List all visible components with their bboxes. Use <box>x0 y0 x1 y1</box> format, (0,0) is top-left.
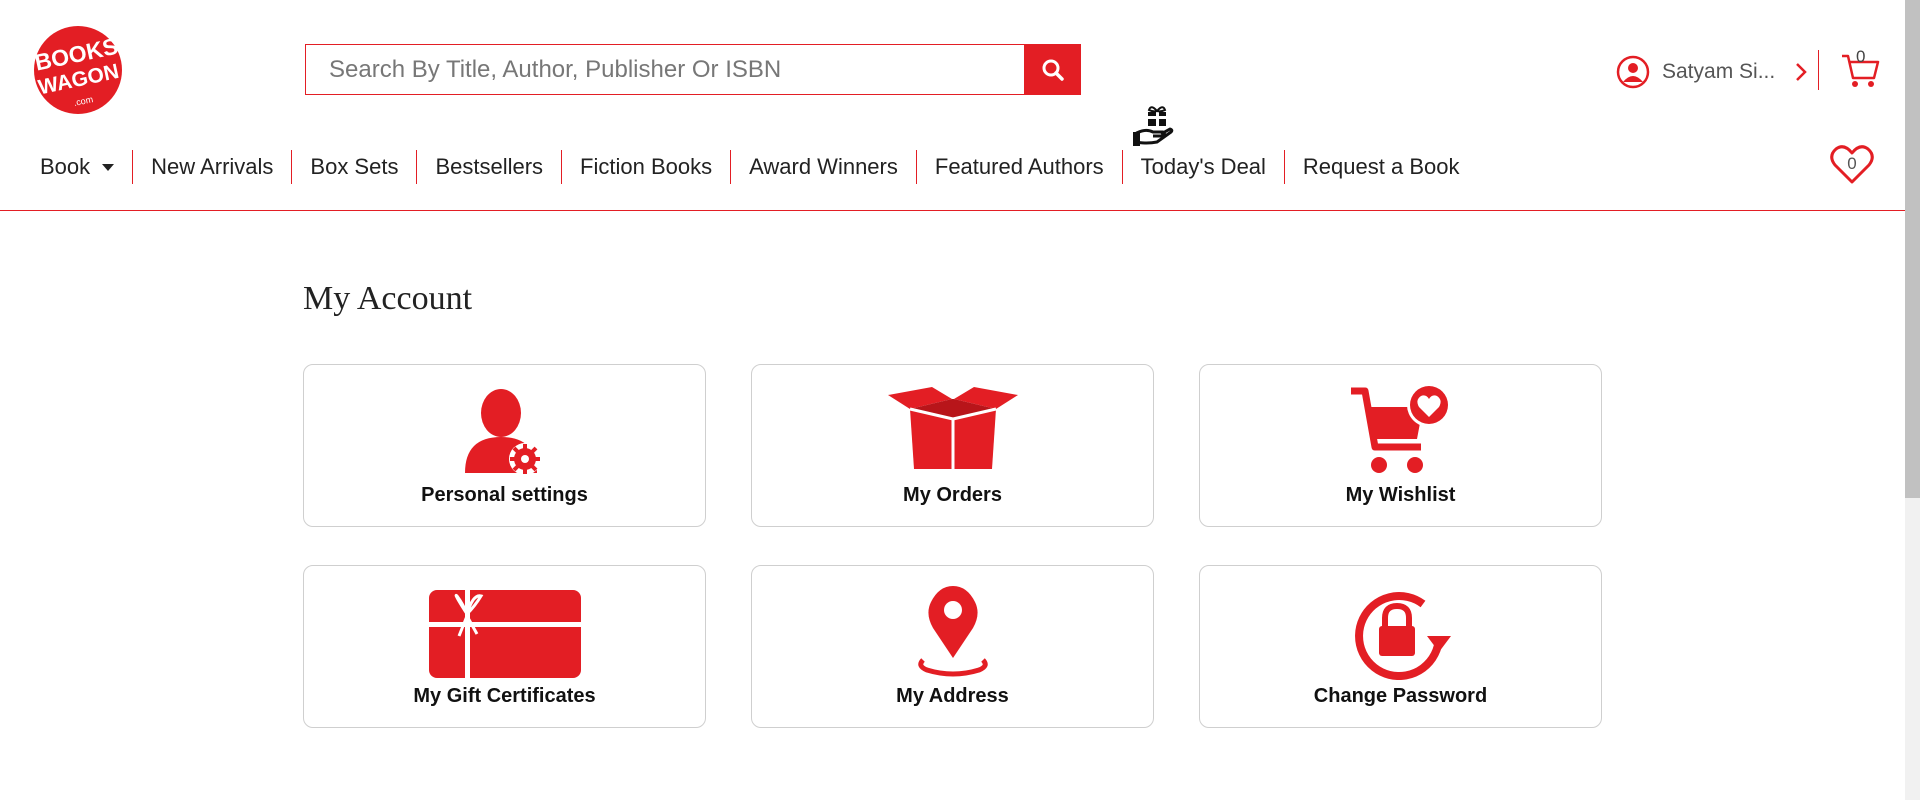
site-header: BOOKS WAGON .com Satyam Si... <box>0 0 1905 211</box>
search-button[interactable] <box>1024 44 1081 95</box>
search-icon <box>1042 59 1064 81</box>
tile-label: My Wishlist <box>1345 484 1456 506</box>
wishlist-header-button[interactable]: 0 <box>1830 144 1874 186</box>
header-divider <box>1818 50 1819 90</box>
tile-personal-settings[interactable]: Personal settings <box>303 364 706 527</box>
tile-my-gift-certificates[interactable]: My Gift Certificates <box>303 565 706 728</box>
cart-count: 0 <box>1856 47 1866 66</box>
tile-label: My Gift Certificates <box>413 685 596 707</box>
nav-book[interactable]: Book <box>22 150 132 184</box>
tile-label: Change Password <box>1313 685 1488 707</box>
gift-card-icon <box>428 590 581 678</box>
search-bar <box>305 44 1081 95</box>
nav-fiction-books[interactable]: Fiction Books <box>561 150 730 184</box>
tile-my-orders[interactable]: My Orders <box>751 364 1154 527</box>
tile-my-wishlist[interactable]: My Wishlist <box>1199 364 1602 527</box>
caret-down-icon <box>102 163 115 171</box>
wishlist-count: 0 <box>1847 154 1857 173</box>
user-settings-icon <box>464 389 541 475</box>
cart-button[interactable]: 0 <box>1840 47 1880 88</box>
tile-change-password[interactable]: Change Password <box>1199 565 1602 728</box>
main-nav: Book New Arrivals Box Sets Bestsellers F… <box>22 150 1477 184</box>
chevron-right-icon <box>1796 63 1807 81</box>
nav-award-winners[interactable]: Award Winners <box>730 150 916 184</box>
map-pin-icon <box>917 586 988 677</box>
account-name: Satyam Si... <box>1662 60 1776 83</box>
nav-book-label: Book <box>40 154 91 179</box>
open-box-icon <box>887 387 1018 469</box>
user-circle-icon <box>1616 55 1650 89</box>
tile-my-address[interactable]: My Address <box>751 565 1154 728</box>
lock-refresh-icon <box>1354 592 1451 680</box>
tile-label: Personal settings <box>421 484 588 506</box>
nav-request-a-book[interactable]: Request a Book <box>1283 150 1478 184</box>
tile-label: My Orders <box>903 484 1002 506</box>
nav-new-arrivals[interactable]: New Arrivals <box>132 150 291 184</box>
nav-todays-deal[interactable]: Today's Deal <box>1121 150 1284 184</box>
search-input[interactable] <box>305 44 1024 95</box>
cart-heart-icon <box>1350 385 1451 473</box>
gift-hand-icon <box>1133 106 1174 146</box>
scrollbar-thumb[interactable] <box>1905 0 1920 498</box>
account-menu[interactable]: Satyam Si... <box>1616 52 1807 92</box>
nav-featured-authors[interactable]: Featured Authors <box>915 150 1122 184</box>
bookswagon-logo[interactable]: BOOKS WAGON .com <box>22 24 134 116</box>
nav-bestsellers[interactable]: Bestsellers <box>416 150 561 184</box>
tile-label: My Address <box>896 685 1009 707</box>
page-title: My Account <box>303 280 473 317</box>
nav-box-sets[interactable]: Box Sets <box>291 150 416 184</box>
